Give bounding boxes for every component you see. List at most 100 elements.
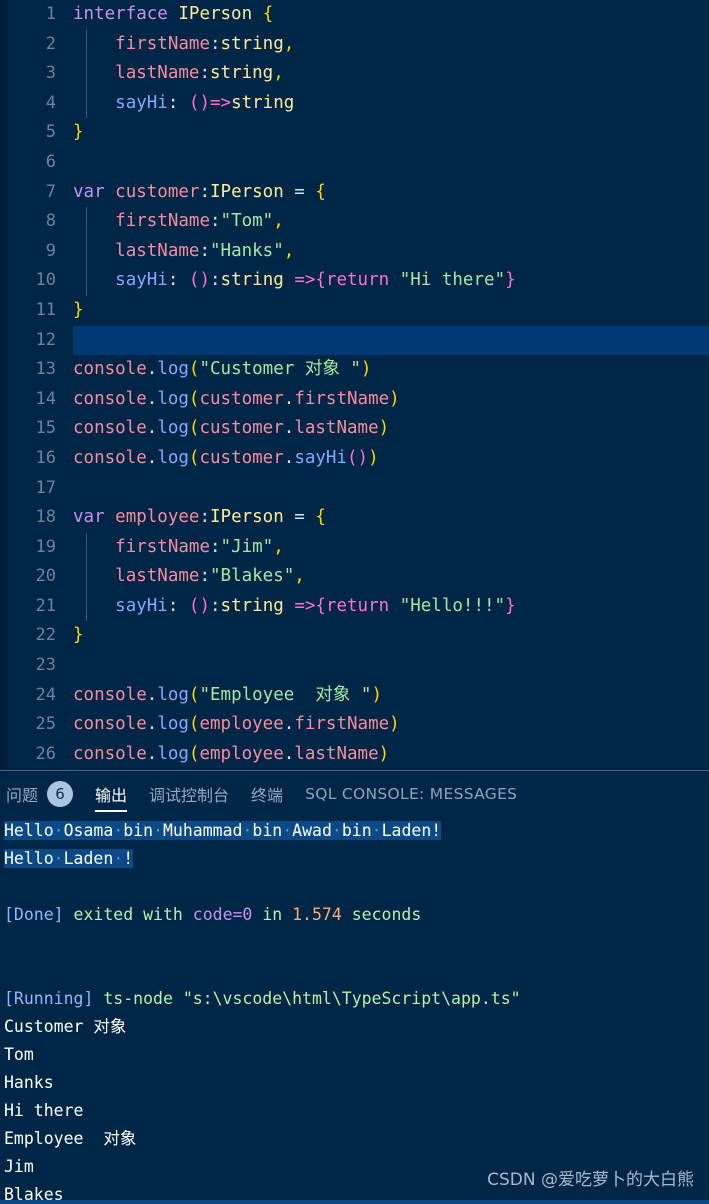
line-number: 8 (45, 211, 56, 232)
bottom-panel: 问题 6 输出 调试控制台 终端 SQL CONSOLE: MESSAGES H… (0, 770, 709, 1204)
code-line[interactable]: 11 } (0, 296, 709, 326)
code-line-text: interface IPerson { (73, 4, 274, 24)
code-line[interactable]: 7 var customer:IPerson = { (0, 178, 709, 208)
line-number: 7 (45, 181, 56, 202)
line-number: 14 (35, 388, 56, 409)
tab-problems-label: 问题 (6, 786, 39, 805)
code-line[interactable]: 17 (0, 474, 709, 504)
code-line[interactable]: 5 } (0, 118, 709, 148)
code-line-text: lastName:string, (115, 63, 284, 84)
line-number: 26 (35, 743, 56, 764)
line-number: 5 (45, 122, 56, 143)
code-line-text: console.log(employee.lastName) (73, 743, 390, 764)
line-number: 6 (45, 151, 56, 172)
vscode-window: 1 interface IPerson { 2 firstName:string… (0, 0, 709, 1204)
line-number: 1 (45, 4, 56, 24)
code-line[interactable]: 3 lastName:string, (0, 59, 709, 89)
line-number: 24 (35, 684, 56, 705)
code-line[interactable]: 18 var employee:IPerson = { (0, 503, 709, 533)
code-line[interactable]: 2 firstName:string, (0, 29, 709, 60)
panel-tab-bar: 问题 6 输出 调试控制台 终端 SQL CONSOLE: MESSAGES (0, 771, 709, 817)
code-line[interactable]: 9 lastName:"Hanks", (0, 236, 709, 267)
code-line-text: var employee:IPerson = { (73, 507, 326, 528)
tab-debug-console-label: 调试控制台 (149, 786, 230, 805)
code-line[interactable]: 6 (0, 148, 709, 178)
console-line: Hanks (4, 1073, 54, 1092)
line-number: 19 (35, 536, 56, 557)
code-line-text: console.log("Customer 对象 ") (73, 359, 372, 380)
console-line-done: [Done] exited with code=0 in 1.574 secon… (0, 901, 709, 929)
console-line: Employee 对象 (4, 1129, 137, 1148)
code-line-text: sayHi: ():string =>{return "Hello!!!"} (115, 595, 516, 616)
code-line-text: console.log("Employee 对象 ") (73, 684, 382, 705)
code-lines: 1 interface IPerson { 2 firstName:string… (0, 0, 709, 769)
done-code: code=0 (192, 905, 253, 924)
output-console[interactable]: Hello·Osama·bin·Muhammad·bin·Awad·bin·La… (0, 817, 709, 1204)
bottom-accent-bar (0, 1200, 709, 1204)
console-line: Hi there (4, 1101, 84, 1120)
console-line: Tom (4, 1045, 34, 1064)
tab-sql-console-label: SQL CONSOLE: MESSAGES (305, 785, 518, 803)
code-line[interactable]: 14 console.log(customer.firstName) (0, 385, 709, 415)
console-line-selected: Hello·Osama·bin·Muhammad·bin·Awad·bin·La… (0, 817, 709, 845)
line-number: 3 (45, 63, 56, 84)
code-line[interactable]: 8 firstName:"Tom", (0, 207, 709, 237)
code-line-text: } (73, 122, 84, 143)
code-line[interactable]: 22 } (0, 621, 709, 651)
tab-debug-console[interactable]: 调试控制台 (149, 771, 229, 817)
code-line[interactable]: 26 console.log(employee.lastName) (0, 740, 709, 770)
code-line-text: var customer:IPerson = { (73, 181, 326, 202)
code-line[interactable]: 21 sayHi: ():string =>{return "Hello!!!"… (0, 591, 709, 622)
line-number: 2 (45, 33, 56, 54)
done-seconds: seconds (351, 905, 422, 924)
code-line-text: console.log(employee.firstName) (73, 714, 400, 735)
tab-terminal-label: 终端 (251, 786, 284, 805)
code-line[interactable]: 23 (0, 651, 709, 681)
console-selection: Hello·Laden·! (4, 849, 134, 868)
code-line-active[interactable]: 12 (0, 325, 709, 356)
code-line[interactable]: 1 interface IPerson { (0, 0, 709, 30)
console-line-running: [Running] ts-node "s:\vscode\html\TypeSc… (0, 985, 709, 1013)
code-line-text: firstName:"Tom", (115, 211, 284, 232)
code-line[interactable]: 10 sayHi: ():string =>{return "Hi there"… (0, 266, 709, 296)
code-editor[interactable]: 1 interface IPerson { 2 firstName:string… (0, 0, 709, 770)
running-command: ts-node "s:\vscode\html\TypeScript\app.t… (103, 989, 521, 1008)
done-exited-with: exited with (73, 905, 183, 924)
tab-output[interactable]: 输出 (95, 771, 128, 817)
code-line[interactable]: 4 sayHi: ()=>string (0, 88, 709, 119)
problems-count-badge: 6 (47, 781, 74, 807)
line-number: 4 (45, 92, 56, 113)
line-number: 9 (45, 240, 56, 261)
code-line[interactable]: 16 console.log(customer.sayHi()) (0, 444, 709, 474)
code-line[interactable]: 15 console.log(customer.lastName) (0, 414, 709, 444)
tab-terminal[interactable]: 终端 (251, 771, 283, 817)
line-number: 22 (35, 625, 56, 646)
line-number: 18 (35, 507, 56, 528)
console-selection: Hello·Osama·bin·Muhammad·bin·Awad·bin·La… (4, 821, 442, 840)
code-line[interactable]: 25 console.log(employee.firstName) (0, 710, 709, 740)
tab-problems[interactable]: 问题 6 (6, 771, 74, 817)
code-line-text: console.log(customer.lastName) (73, 418, 390, 439)
csdn-watermark: CSDN @爱吃萝卜的大白熊 (487, 1170, 694, 1190)
console-line-selected: Hello·Laden·! (0, 845, 709, 873)
code-line-text: firstName:string, (115, 33, 295, 54)
done-duration: 1.574 (292, 905, 342, 924)
active-tab-underline (95, 810, 128, 812)
code-line[interactable]: 13 console.log("Customer 对象 ") (0, 355, 709, 385)
tab-sql-console-messages[interactable]: SQL CONSOLE: MESSAGES (305, 771, 517, 817)
line-number: 13 (35, 359, 56, 380)
code-line[interactable]: 19 firstName:"Jim", (0, 532, 709, 563)
line-number: 11 (35, 299, 56, 320)
line-number: 23 (35, 655, 56, 676)
done-in: in (262, 905, 283, 924)
code-line[interactable]: 20 lastName:"Blakes", (0, 562, 709, 592)
code-line[interactable]: 24 console.log("Employee 对象 ") (0, 681, 709, 711)
code-line-text: } (73, 625, 84, 646)
code-line-text: sayHi: ():string =>{return "Hi there"} (115, 270, 516, 291)
code-line-text: console.log(customer.firstName) (73, 388, 400, 409)
done-tag: [Done] (4, 905, 64, 924)
code-line-text: console.log(customer.sayHi()) (73, 447, 379, 468)
